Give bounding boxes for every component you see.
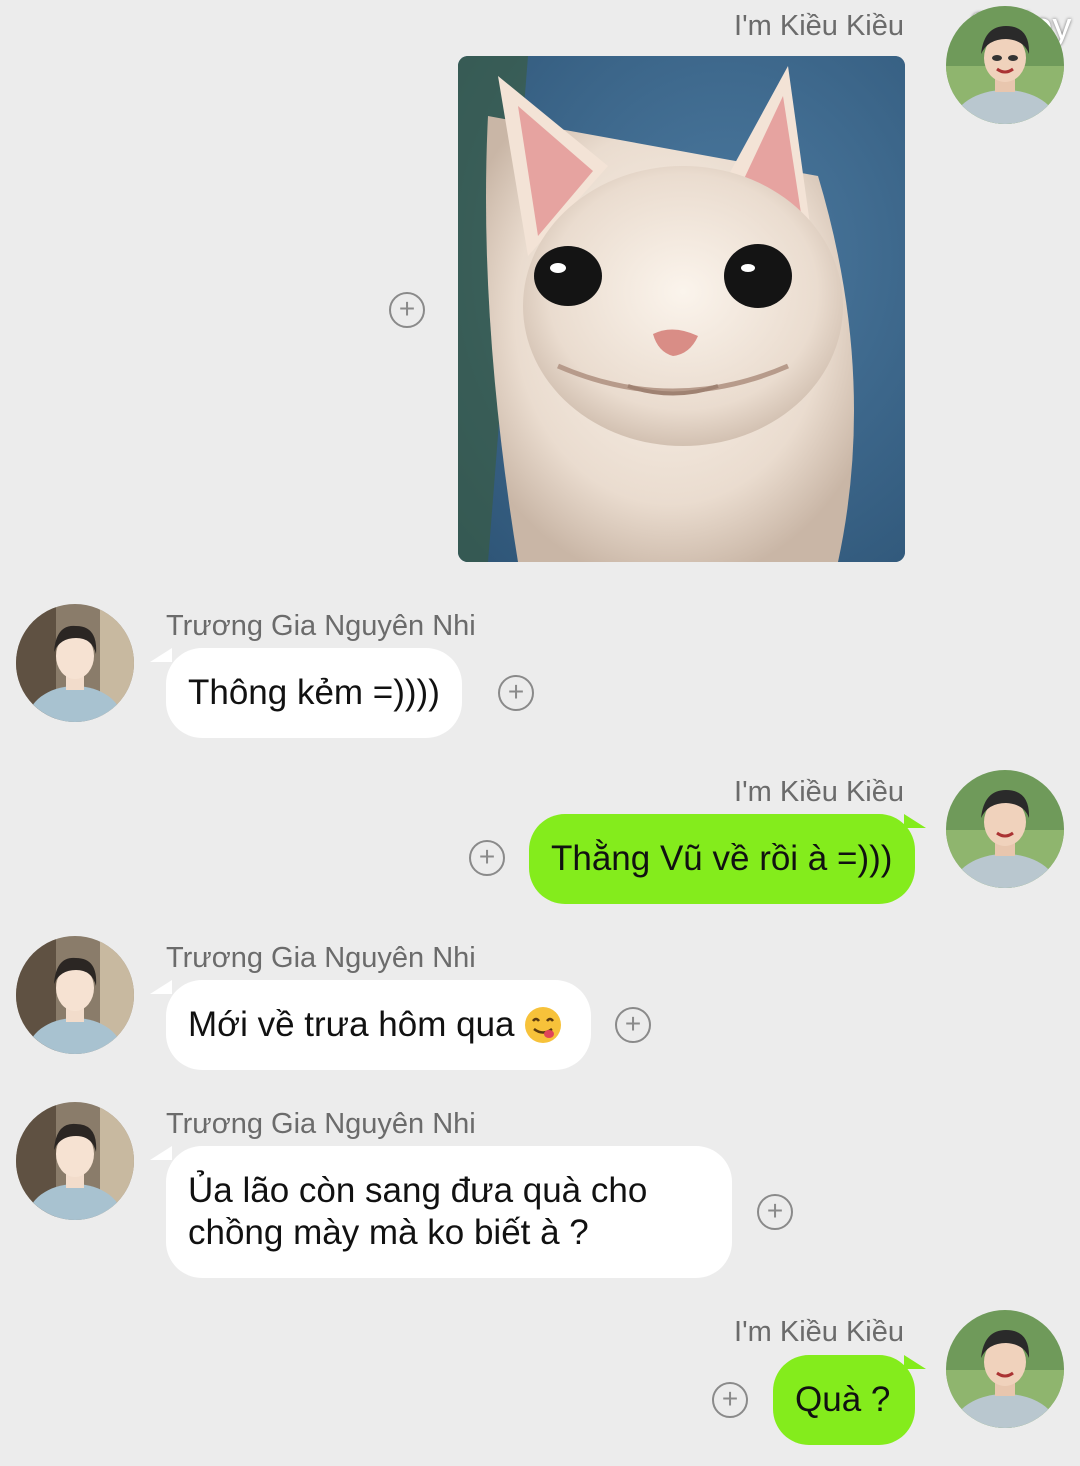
message-bubble-incoming[interactable]: Thông kẻm =)))) [166,648,462,738]
sender-name-friend: Trương Gia Nguyên Nhi [166,942,476,974]
add-circle-icon[interactable]: + [712,1382,748,1418]
bubble-tail [904,1355,926,1369]
avatar-friend-picture [16,936,134,1054]
message-text-line: Ủa lão còn sang đưa quà cho [188,1171,648,1210]
message-text: Quà ? [795,1380,891,1419]
message-text-line: chồng mày mà ko biết à ? [188,1213,589,1252]
bubble-tail [150,648,172,662]
bubble-tail [150,1146,172,1160]
avatar-me[interactable] [946,1310,1064,1428]
avatar-friend[interactable] [16,604,134,722]
yum-face-emoji [524,1007,561,1043]
avatar-friend[interactable] [16,936,134,1054]
sender-name-me: I'm Kiều Kiều [734,1316,904,1348]
message-bubble-incoming[interactable]: Mới về trưa hôm qua [166,980,591,1070]
bubble-tail [904,814,926,828]
cat-meme-picture [458,56,905,562]
avatar-friend-picture [16,1102,134,1220]
add-circle-icon[interactable]: + [469,840,505,876]
add-circle-icon[interactable]: + [615,1007,651,1043]
avatar-friend-picture [16,604,134,722]
avatar-me-picture [946,770,1064,888]
avatar-me[interactable] [946,6,1064,124]
add-circle-icon[interactable]: + [389,292,425,328]
avatar-me-picture [946,1310,1064,1428]
add-circle-icon[interactable]: + [498,675,534,711]
avatar-me[interactable] [946,770,1064,888]
add-circle-icon[interactable]: + [757,1194,793,1230]
sender-name-friend: Trương Gia Nguyên Nhi [166,610,476,642]
avatar-me-picture [946,6,1064,124]
message-text: Thằng Vũ về rồi à =))) [551,839,893,878]
sender-name-friend: Trương Gia Nguyên Nhi [166,1108,476,1140]
sender-name-me: I'm Kiều Kiều [734,10,904,42]
message-text: Thông kẻm =)))) [188,673,440,712]
message-text: Ủa lão còn sang đưa quà cho chồng mày mà… [188,1170,647,1254]
avatar-friend[interactable] [16,1102,134,1220]
sender-name-me: I'm Kiều Kiều [734,776,904,808]
message-bubble-outgoing[interactable]: Thằng Vũ về rồi à =))) [529,814,915,904]
cat-meme-image[interactable] [458,56,905,562]
message-bubble-incoming[interactable]: Ủa lão còn sang đưa quà cho chồng mày mà… [166,1146,732,1278]
message-bubble-outgoing[interactable]: Quà ? [773,1355,915,1445]
bubble-tail [150,980,172,994]
message-text: Mới về trưa hôm qua [188,1005,515,1044]
